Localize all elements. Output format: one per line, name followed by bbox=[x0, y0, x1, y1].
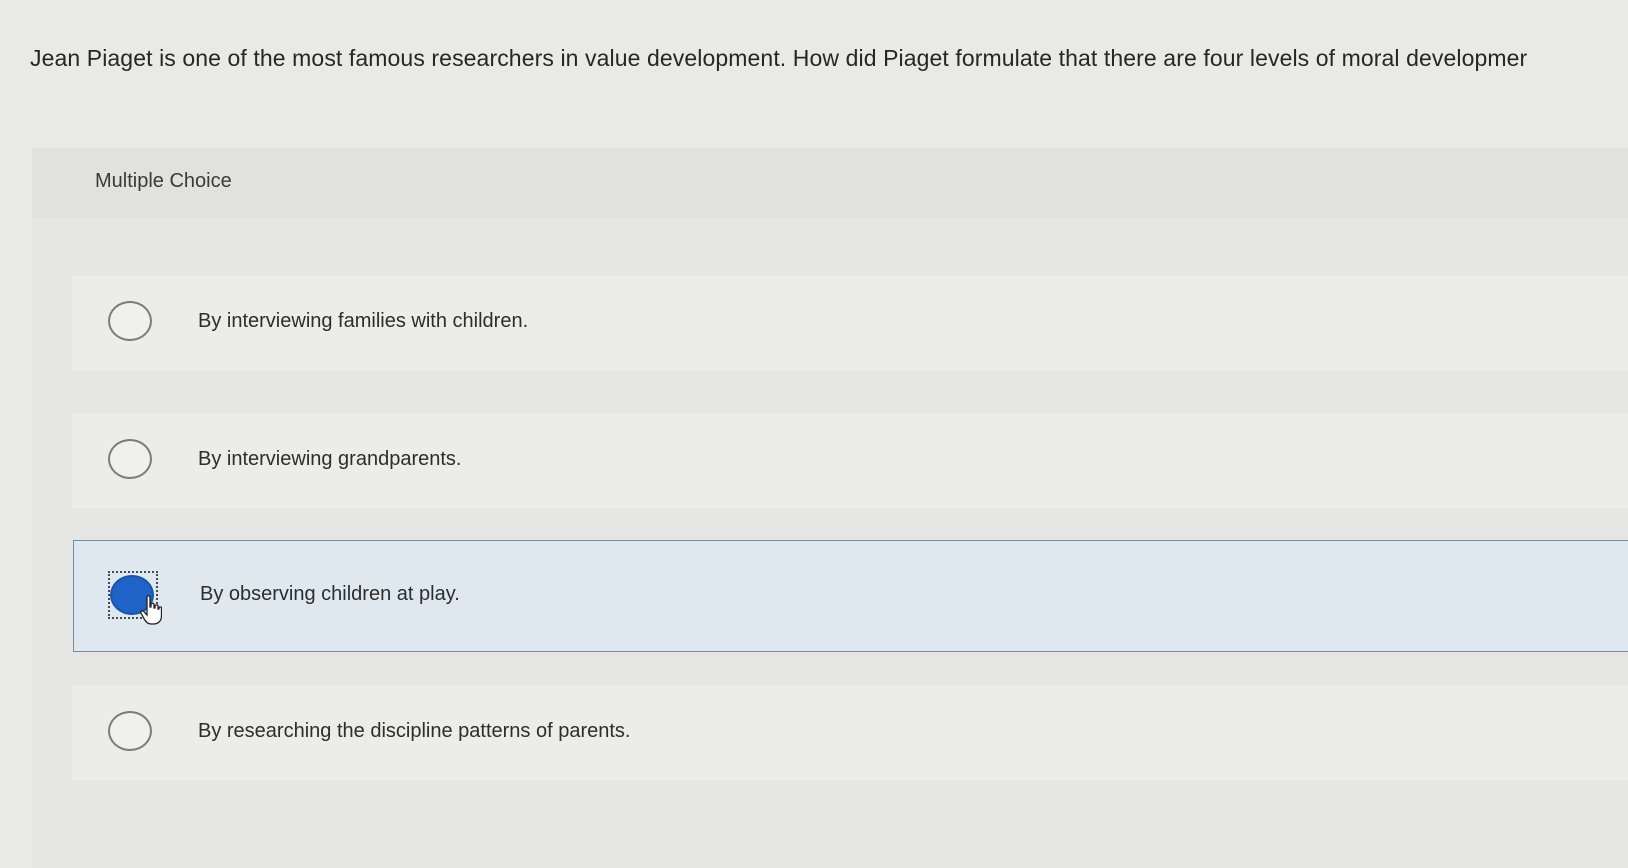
answer-option-text: By observing children at play. bbox=[200, 583, 460, 605]
radio-button-2[interactable] bbox=[108, 439, 152, 479]
question-text: Jean Piaget is one of the most famous re… bbox=[30, 45, 1528, 71]
answer-option-text: By interviewing families with children. bbox=[198, 310, 529, 332]
radio-button-1[interactable] bbox=[108, 301, 152, 341]
radio-button-4[interactable] bbox=[108, 711, 152, 751]
answer-option-4[interactable]: By researching the discipline patterns o… bbox=[72, 686, 1628, 780]
panel-header: Multiple Choice bbox=[32, 148, 1628, 218]
answer-option-text: By interviewing grandparents. bbox=[198, 448, 462, 470]
multiple-choice-panel: Multiple Choice By interviewing families… bbox=[32, 148, 1628, 868]
answer-option-text: By researching the discipline patterns o… bbox=[198, 720, 631, 742]
answer-option-2[interactable]: By interviewing grandparents. bbox=[72, 414, 1628, 508]
answer-option-1[interactable]: By interviewing families with children. bbox=[72, 276, 1628, 370]
answer-option-3[interactable]: By observing children at play. bbox=[73, 540, 1628, 652]
question-type-label: Multiple Choice bbox=[95, 170, 232, 192]
hand-cursor-icon bbox=[140, 595, 162, 625]
